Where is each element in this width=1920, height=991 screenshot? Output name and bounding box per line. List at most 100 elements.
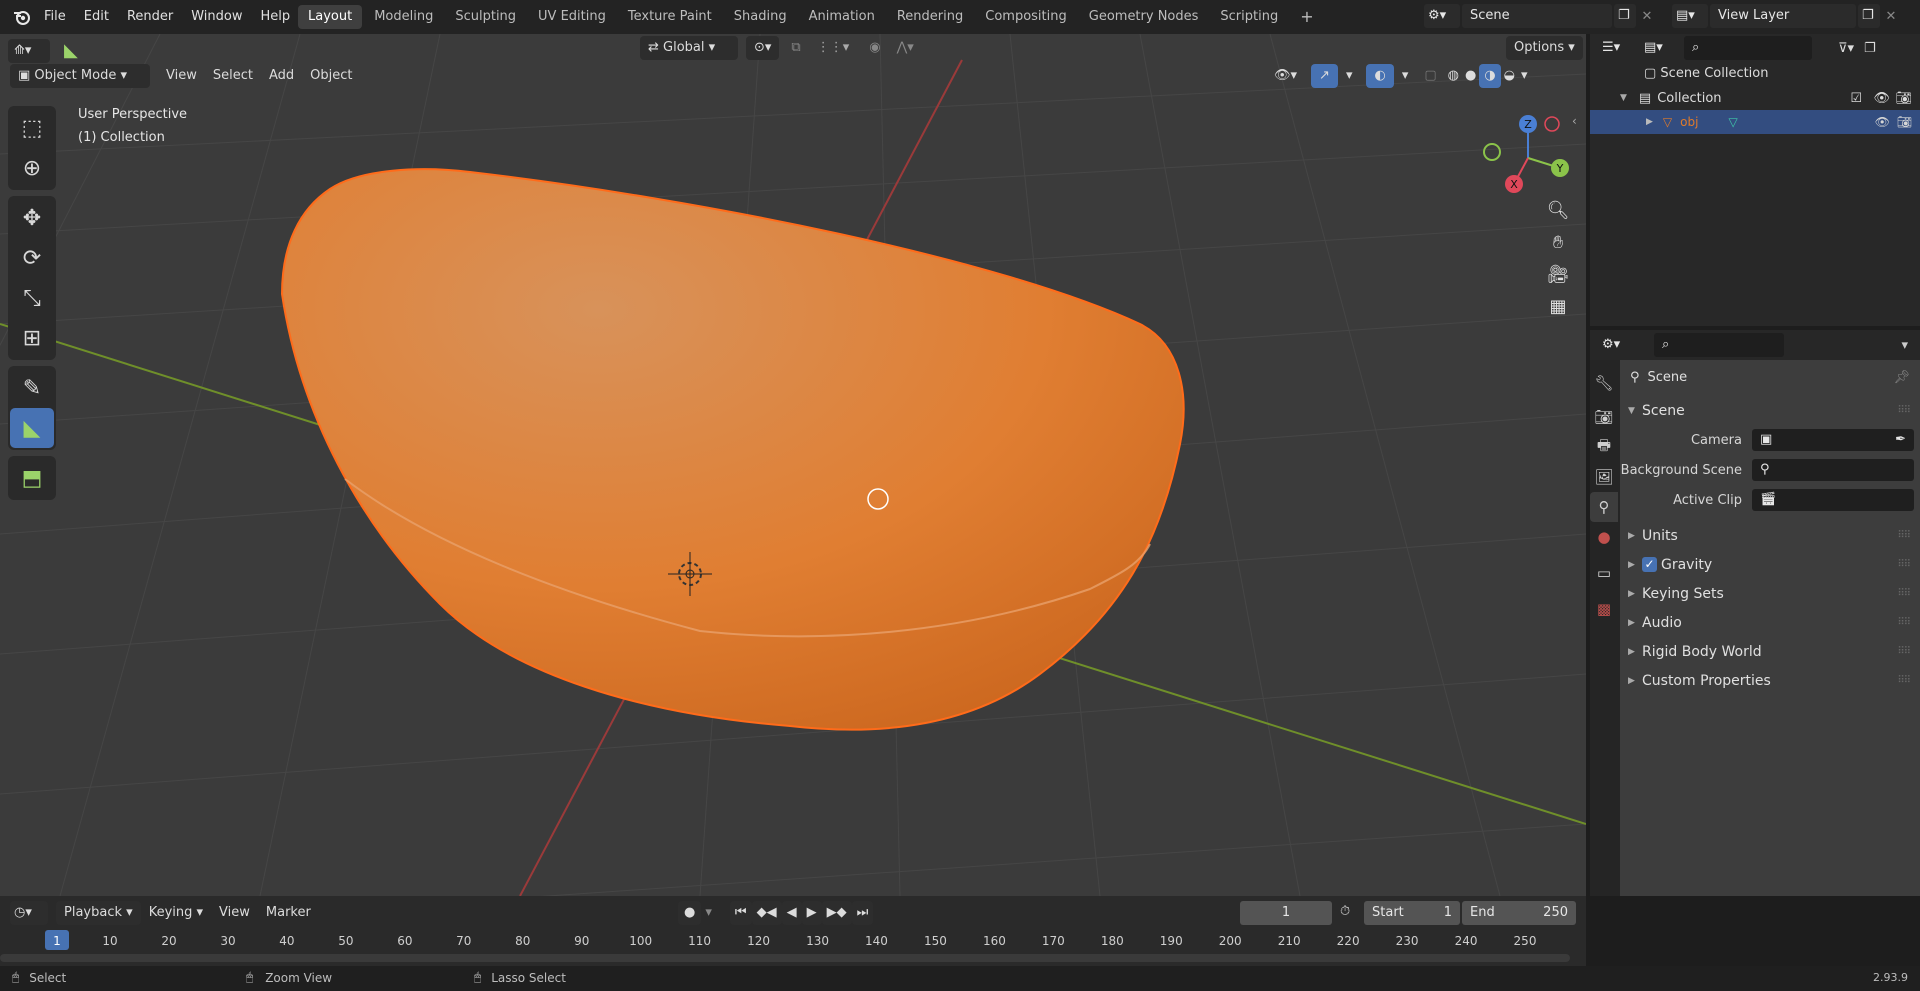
- scene-browse-icon[interactable]: ⚙▾: [1424, 4, 1460, 28]
- material-shading-icon[interactable]: ◑: [1479, 64, 1501, 88]
- menu-select[interactable]: Select: [205, 64, 261, 88]
- collection-exclude-checkbox[interactable]: ☑: [1850, 91, 1862, 106]
- drag-grip-icon[interactable]: ⠿⠿: [1897, 405, 1911, 416]
- collection-render-icon[interactable]: 📷︎: [1895, 91, 1912, 106]
- zoom-icon[interactable]: 🔍︎: [1542, 194, 1574, 226]
- rotate-tool-icon[interactable]: ⟳: [10, 238, 54, 278]
- menu-marker[interactable]: Marker: [258, 901, 319, 925]
- prev-keyframe-icon[interactable]: ◆◀: [751, 901, 782, 925]
- overlay-dropdown-icon[interactable]: ▾: [1394, 64, 1417, 88]
- tab-scripting[interactable]: Scripting: [1210, 5, 1288, 29]
- xray-icon[interactable]: ▢: [1416, 64, 1444, 88]
- falloff-icon[interactable]: ⋀▾: [889, 36, 922, 60]
- properties-options-icon[interactable]: ▾: [1901, 338, 1908, 353]
- copy-scene-icon[interactable]: ❐: [1614, 4, 1636, 28]
- view-layer-name-field[interactable]: View Layer: [1710, 4, 1856, 28]
- properties-editor-icon[interactable]: ⚙▾: [1598, 333, 1636, 357]
- custom-properties-panel[interactable]: ▶ Custom Properties ⠿⠿: [1620, 666, 1920, 695]
- record-icon[interactable]: ●: [678, 901, 702, 925]
- shading-dropdown-icon[interactable]: ▾: [1518, 64, 1531, 88]
- current-frame-field[interactable]: 1: [1240, 901, 1332, 925]
- mode-dropdown[interactable]: ▣ Object Mode ▾: [10, 64, 150, 88]
- collection-visibility-icon[interactable]: 👁︎: [1873, 91, 1890, 106]
- proportional-edit-icon[interactable]: ◉: [861, 36, 888, 60]
- menu-file[interactable]: File: [35, 0, 75, 34]
- menu-help[interactable]: Help: [252, 0, 300, 34]
- render-tab-icon[interactable]: 📷︎: [1590, 402, 1618, 432]
- transform-tool-icon[interactable]: ⊞: [10, 318, 54, 358]
- view-layer-browse-icon[interactable]: ▤▾: [1672, 4, 1708, 28]
- menu-keying[interactable]: Keying ▾: [141, 901, 211, 925]
- cursor-tool-icon[interactable]: ⊕: [10, 148, 54, 188]
- menu-view[interactable]: View: [158, 64, 205, 88]
- scene-name-field[interactable]: Scene: [1462, 4, 1612, 28]
- tab-modeling[interactable]: Modeling: [364, 5, 443, 29]
- record-options-icon[interactable]: ▾: [701, 901, 716, 925]
- tab-compositing[interactable]: Compositing: [975, 5, 1077, 29]
- menu-timeline-view[interactable]: View: [211, 901, 258, 925]
- snap-target-icon[interactable]: ⋮⋮▾: [809, 36, 858, 60]
- measure-tool-icon[interactable]: ◣: [56, 39, 86, 63]
- tool-tab-icon[interactable]: 🔧︎: [1590, 368, 1618, 398]
- scene-collection-item[interactable]: ▢ Scene Collection: [1590, 62, 1920, 86]
- jump-end-icon[interactable]: ⏭: [851, 901, 874, 925]
- object-visibility-icon[interactable]: 👁︎: [1875, 115, 1890, 129]
- add-workspace-icon[interactable]: +: [1290, 5, 1323, 29]
- gizmo-neg-x-icon[interactable]: [1544, 116, 1560, 132]
- outliner-search-input[interactable]: ⌕: [1684, 36, 1812, 60]
- scene-section-header[interactable]: ▼ Scene ⠿⠿: [1620, 396, 1920, 425]
- tab-uv-editing[interactable]: UV Editing: [528, 5, 616, 29]
- display-mode-icon[interactable]: ▤▾: [1640, 36, 1678, 60]
- units-grip-icon[interactable]: ⠿⠿: [1897, 530, 1911, 541]
- object-render-icon[interactable]: 📷︎: [1897, 115, 1912, 129]
- pivot-dropdown-icon[interactable]: ⊙▾: [746, 36, 780, 60]
- add-cube-tool-icon[interactable]: ⬒: [10, 458, 54, 498]
- copy-view-layer-icon[interactable]: ❐: [1858, 4, 1880, 28]
- move-tool-icon[interactable]: ✥: [10, 198, 54, 238]
- editor-type-icon[interactable]: ⟰▾: [8, 39, 50, 63]
- new-collection-icon[interactable]: ❐: [1864, 41, 1876, 56]
- audio-grip-icon[interactable]: ⠿⠿: [1897, 617, 1911, 628]
- camera-field[interactable]: ▣ ✒: [1752, 429, 1914, 451]
- gravity-checkbox[interactable]: ✓: [1642, 557, 1657, 572]
- pin-icon[interactable]: 📌︎: [1893, 370, 1910, 385]
- start-frame-field[interactable]: Start 1: [1364, 901, 1460, 925]
- tab-geometry-nodes[interactable]: Geometry Nodes: [1079, 5, 1209, 29]
- use-preview-range-icon[interactable]: ⏱: [1340, 904, 1350, 919]
- menu-edit[interactable]: Edit: [75, 0, 118, 34]
- close-view-layer-icon[interactable]: ✕: [1880, 9, 1902, 24]
- wireframe-shading-icon[interactable]: ◍: [1445, 64, 1462, 88]
- gizmo-toggle-icon[interactable]: ↗: [1311, 64, 1338, 88]
- gizmo-dropdown-icon[interactable]: ▾: [1338, 64, 1361, 88]
- 3d-viewport[interactable]: ⟰▾ ◣ ⇄ Global ▾ ⊙▾ ⧉ ⋮⋮▾ ◉ ⋀▾ Options ▾ …: [0, 34, 1586, 896]
- scale-tool-icon[interactable]: ⤡: [10, 278, 54, 318]
- tab-layout[interactable]: Layout: [298, 5, 363, 29]
- scene-tab-icon[interactable]: ⚲: [1590, 492, 1618, 522]
- collection-item[interactable]: ▼ ▤ Collection ☑ 👁︎ 📷︎: [1590, 86, 1920, 110]
- orientation-dropdown[interactable]: ⇄ Global ▾: [640, 36, 738, 60]
- play-reverse-icon[interactable]: ◀: [781, 901, 802, 925]
- rigid-body-world-panel[interactable]: ▶ Rigid Body World ⠿⠿: [1620, 637, 1920, 666]
- world-tab-icon[interactable]: ●: [1590, 522, 1618, 552]
- overlay-toggle-icon[interactable]: ◐: [1366, 64, 1394, 88]
- object-item[interactable]: ▶ ▽ obj ▽ 👁︎ 📷︎: [1590, 110, 1920, 134]
- menu-object[interactable]: Object: [302, 64, 360, 88]
- tab-texture-paint[interactable]: Texture Paint: [618, 5, 722, 29]
- selected-mesh-object[interactable]: [280, 168, 1185, 731]
- tab-sculpting[interactable]: Sculpting: [445, 5, 526, 29]
- units-panel[interactable]: ▶ Units ⠿⠿: [1620, 521, 1920, 550]
- timeline-editor-icon[interactable]: ◷▾: [10, 901, 48, 925]
- object-expand-icon[interactable]: ▶: [1646, 117, 1653, 127]
- gravity-panel[interactable]: ▶ ✓ Gravity ⠿⠿: [1620, 550, 1920, 579]
- eyedropper-icon[interactable]: ✒: [1895, 429, 1906, 451]
- frame-ruler[interactable]: 1 10 20 30 40 50 60 70 80 90 100 110 120 130 140 150 160…: [0, 930, 1586, 966]
- menu-window[interactable]: Window: [182, 0, 251, 34]
- texture-tab-icon[interactable]: ▩: [1590, 594, 1618, 624]
- annotate-tool-icon[interactable]: ✎: [10, 368, 54, 408]
- audio-panel[interactable]: ▶ Audio ⠿⠿: [1620, 608, 1920, 637]
- options-dropdown[interactable]: Options ▾: [1506, 36, 1583, 60]
- menu-render[interactable]: Render: [118, 0, 182, 34]
- solid-shading-icon[interactable]: ●: [1462, 64, 1479, 88]
- close-scene-icon[interactable]: ✕: [1636, 9, 1658, 24]
- rigid-body-grip-icon[interactable]: ⠿⠿: [1897, 646, 1911, 657]
